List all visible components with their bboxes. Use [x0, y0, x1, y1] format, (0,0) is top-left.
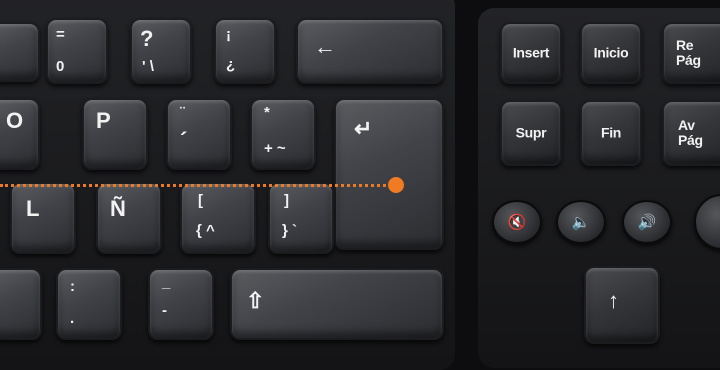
- key-enye[interactable]: Ñ: [96, 182, 162, 254]
- enter-icon: ↵: [354, 116, 373, 141]
- key-label: Insert: [512, 44, 550, 61]
- key-label: L: [26, 196, 40, 221]
- shift-icon: ⇧: [246, 288, 265, 313]
- key-label-bottom: ´: [180, 128, 188, 153]
- key-backspace[interactable]: ←: [296, 18, 444, 84]
- key-diaeresis[interactable]: ¨ ´: [166, 98, 232, 170]
- key-repag[interactable]: Re Pág: [662, 22, 720, 84]
- key-insert[interactable]: Insert: [500, 22, 562, 84]
- key-label-top: _: [162, 274, 171, 291]
- volume-down-icon: 🔈: [571, 214, 591, 231]
- key-label: Supr: [515, 124, 547, 141]
- key-label: O: [6, 108, 24, 133]
- key-label-top: [: [198, 192, 203, 209]
- key-label-top: =: [56, 26, 65, 43]
- key-up-arrow[interactable]: ↑: [584, 266, 660, 344]
- key-l[interactable]: L: [10, 182, 76, 254]
- key-label-bottom: { ^: [196, 222, 215, 239]
- key-label-top: ]: [284, 192, 289, 209]
- key-o[interactable]: O: [0, 98, 40, 170]
- key-m[interactable]: [0, 268, 42, 340]
- key-label: Inicio: [593, 44, 629, 61]
- key-lbracket[interactable]: [ { ^: [180, 182, 256, 254]
- key-label-bottom: } `: [282, 222, 297, 239]
- annotation-marker-dot: [388, 177, 404, 193]
- key-exclaim[interactable]: ¡ ¿: [214, 18, 276, 84]
- key-label: Re Pág: [676, 37, 701, 68]
- key-label-bottom: ' \: [142, 58, 154, 75]
- key-label-top: ?: [140, 26, 154, 51]
- key-label-bottom: .: [70, 310, 75, 327]
- volume-up-icon: 🔊: [637, 214, 657, 231]
- keyboard-photo: { "keys": { "o": "O", "p": "P", "l": "L"…: [0, 0, 720, 370]
- key-enter[interactable]: ↵: [334, 98, 444, 250]
- key-shift[interactable]: ⇧: [230, 268, 444, 340]
- volume-down-button[interactable]: 🔈: [556, 200, 606, 244]
- key-underscore[interactable]: _ -: [148, 268, 214, 340]
- key-label-bottom: ¿: [226, 56, 236, 73]
- key-label-bottom: + ~: [264, 140, 286, 157]
- key-plus[interactable]: * + ~: [250, 98, 316, 170]
- key-label: Ñ: [110, 196, 126, 221]
- key-fin[interactable]: Fin: [580, 100, 642, 166]
- key-supr[interactable]: Supr: [500, 100, 562, 166]
- key-label: P: [96, 108, 111, 133]
- key-label-top: *: [264, 104, 270, 121]
- annotation-pointer-line: [0, 184, 392, 187]
- backspace-icon: ←: [314, 34, 336, 59]
- key-0-equals[interactable]: = 0: [46, 18, 108, 84]
- key-label-bottom: 0: [56, 58, 65, 75]
- key-avpag[interactable]: Av Pág: [662, 100, 720, 166]
- mute-button[interactable]: 🔇: [492, 200, 542, 244]
- key-label-top: ¨: [180, 104, 185, 121]
- volume-up-button[interactable]: 🔊: [622, 200, 672, 244]
- mute-icon: 🔇: [507, 214, 527, 231]
- key-rbracket[interactable]: ] } `: [268, 182, 334, 254]
- key-9[interactable]: [0, 22, 40, 82]
- key-p[interactable]: P: [82, 98, 148, 170]
- key-question[interactable]: ? ' \: [130, 18, 192, 84]
- key-inicio[interactable]: Inicio: [580, 22, 642, 84]
- key-label-bottom: -: [162, 302, 167, 319]
- key-label-top: ¡: [226, 26, 231, 43]
- key-colon[interactable]: : .: [56, 268, 122, 340]
- up-arrow-icon: ↑: [608, 288, 619, 313]
- key-label: Fin: [600, 124, 622, 141]
- key-label-top: :: [70, 278, 75, 295]
- key-label: Av Pág: [678, 117, 703, 148]
